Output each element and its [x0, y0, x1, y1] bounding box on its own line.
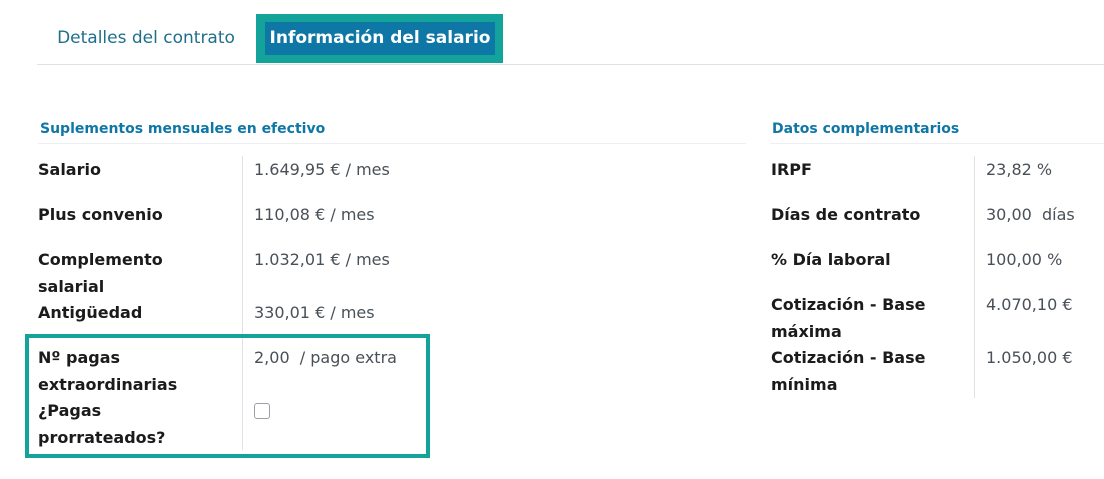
pagas-prorrateados-checkbox[interactable] [254, 403, 270, 419]
value-complemento-salarial[interactable]: 1.032,01 € / mes [254, 246, 390, 273]
dia-laboral-unit: % [1047, 250, 1063, 269]
complemento-amount: 1.032,01 € [254, 250, 341, 269]
label-complemento-line2: salarial [38, 277, 105, 296]
column-divider-right [974, 156, 975, 398]
plus-convenio-unit: / mes [330, 205, 375, 224]
dias-unit: días [1041, 205, 1075, 224]
value-antiguedad[interactable]: 330,01 € / mes [254, 299, 375, 326]
label-pagas-extraordinarias: Nº pagas extraordinarias [38, 344, 177, 398]
section-title-suplementos: Suplementos mensuales en efectivo [40, 121, 326, 137]
irpf-unit: % [1036, 160, 1053, 179]
label-dias-contrato: Días de contrato [771, 205, 921, 224]
section-title-datos-complementarios: Datos complementarios [772, 121, 960, 137]
section-divider-left [38, 143, 746, 144]
dia-laboral-amount: 100,00 [986, 250, 1042, 269]
antiguedad-unit: / mes [330, 303, 375, 322]
label-antiguedad: Antigüedad [38, 303, 143, 322]
value-salario[interactable]: 1.649,95 € / mes [254, 156, 390, 183]
dias-amount: 30,00 [986, 205, 1032, 224]
salario-unit: / mes [345, 160, 390, 179]
pagas-unit: / pago extra [299, 348, 397, 367]
label-cotizacion-maxima: Cotización - Base máxima [771, 291, 925, 345]
label-complemento-salarial: Complemento salarial [38, 246, 163, 300]
irpf-amount: 23,82 [986, 160, 1032, 179]
label-cotizacion-minima: Cotización - Base mínima [771, 344, 925, 398]
label-irpf: IRPF [771, 160, 812, 179]
value-cotizacion-maxima[interactable]: 4.070,10 € [986, 291, 1073, 318]
value-cotizacion-minima[interactable]: 1.050,00 € [986, 344, 1073, 371]
label-cot-min-line2: mínima [771, 375, 838, 394]
label-cot-max-line2: máxima [771, 322, 842, 341]
label-pagas-line2: extraordinarias [38, 375, 178, 394]
label-cot-min-line1: Cotización - Base [771, 348, 926, 367]
value-plus-convenio[interactable]: 110,08 € / mes [254, 201, 375, 228]
label-pagas-line1: Nº pagas [38, 348, 121, 367]
value-dia-laboral[interactable]: 100,00 % [986, 246, 1062, 273]
section-divider-right [770, 143, 1104, 144]
tab-bar: Detalles del contrato Información del sa… [37, 14, 1104, 65]
label-salario: Salario [38, 160, 101, 179]
complemento-unit: / mes [345, 250, 390, 269]
antiguedad-amount: 330,01 € [254, 303, 326, 322]
label-complemento-line1: Complemento [38, 250, 163, 269]
label-prorrateados-line2: prorrateados? [38, 428, 166, 447]
tab-detalles-contrato[interactable]: Detalles del contrato [37, 14, 255, 63]
value-irpf[interactable]: 23,82 % [986, 156, 1052, 183]
pagas-amount: 2,00 [254, 348, 290, 367]
salario-amount: 1.649,95 € [254, 160, 341, 179]
plus-convenio-amount: 110,08 € [254, 205, 326, 224]
tab-informacion-salario[interactable]: Información del salario [265, 22, 495, 55]
label-pagas-prorrateados: ¿Pagas prorrateados? [38, 397, 165, 451]
label-cot-max-line1: Cotización - Base [771, 295, 926, 314]
label-dia-laboral: % Día laboral [771, 250, 891, 269]
label-plus-convenio: Plus convenio [38, 205, 163, 224]
value-dias-contrato[interactable]: 30,00 días [986, 201, 1075, 228]
label-prorrateados-line1: ¿Pagas [38, 401, 102, 420]
value-pagas-extraordinarias[interactable]: 2,00 / pago extra [254, 344, 397, 371]
